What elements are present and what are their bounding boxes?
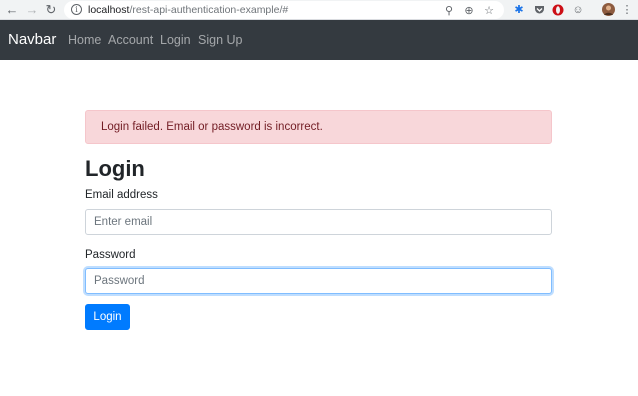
reload-icon[interactable]: ↻ [43, 2, 59, 18]
avatar[interactable] [601, 3, 615, 17]
info-icon[interactable]: i [71, 4, 82, 15]
password-label: Password [85, 249, 136, 261]
navbar-brand[interactable]: Navbar [8, 30, 56, 50]
alert-message: Login failed. Email or password is incor… [101, 121, 323, 133]
password-field[interactable] [85, 268, 552, 294]
browser-toolbar: ← → ↻ i localhost/rest-api-authenticatio… [0, 0, 638, 20]
login-button[interactable]: Login [85, 304, 130, 330]
nav-link-login[interactable]: Login [160, 32, 191, 48]
error-alert: Login failed. Email or password is incor… [85, 110, 552, 144]
forward-arrow-icon[interactable]: → [24, 2, 40, 18]
zoom-icon[interactable]: ⊕ [462, 4, 476, 18]
back-arrow-icon[interactable]: ← [4, 2, 20, 18]
navbar: Navbar Home Account Login Sign Up [0, 20, 638, 60]
url-text: localhost/rest-api-authentication-exampl… [88, 3, 288, 17]
emoji-icon[interactable]: ☺ [571, 3, 585, 17]
menu-icon[interactable]: ⋮ [620, 3, 634, 17]
key-icon[interactable]: ⚲ [442, 4, 456, 18]
star-icon[interactable]: ☆ [482, 4, 496, 18]
nav-link-home[interactable]: Home [68, 32, 101, 48]
pocket-icon[interactable] [532, 3, 546, 17]
url-path: /rest-api-authentication-example/# [129, 4, 289, 16]
puzzle-icon[interactable]: ✱ [512, 3, 526, 17]
nav-link-account[interactable]: Account [108, 32, 153, 48]
address-bar[interactable]: i localhost/rest-api-authentication-exam… [64, 1, 504, 19]
opera-icon[interactable] [551, 3, 565, 17]
nav-link-signup[interactable]: Sign Up [198, 32, 242, 48]
url-host: localhost [88, 4, 130, 16]
email-label: Email address [85, 189, 158, 201]
email-field[interactable] [85, 209, 552, 235]
page-title: Login [85, 156, 145, 181]
